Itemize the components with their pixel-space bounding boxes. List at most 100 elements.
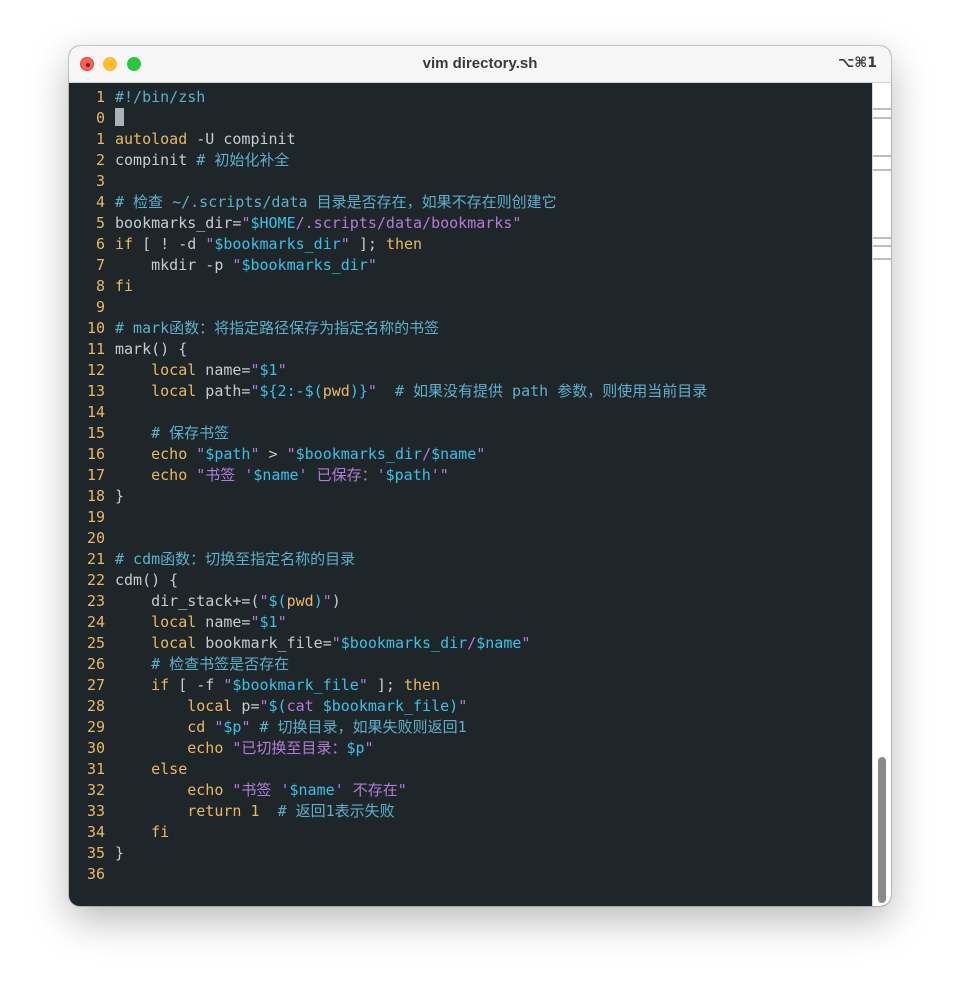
code-line[interactable]: 17 echo "书签 '$name' 已保存：'$path'": [69, 465, 449, 486]
line-number: 12: [86, 361, 105, 379]
code-line[interactable]: 5 bookmarks_dir="$HOME/.scripts/data/book…: [69, 213, 521, 234]
code-line[interactable]: 25 local bookmark_file="$bookmarks_dir/$…: [69, 633, 531, 654]
line-number: 17: [86, 466, 105, 484]
scroll-marker: [873, 117, 891, 119]
code-line[interactable]: 34 fi: [69, 822, 169, 843]
line-number: 27: [86, 676, 105, 694]
code-line[interactable]: 3: [69, 171, 115, 192]
code-line[interactable]: 26 # 检查书签是否存在: [69, 654, 289, 675]
line-number: 11: [86, 340, 105, 358]
code-token: mark() {: [115, 340, 188, 358]
code-line[interactable]: 19: [69, 507, 115, 528]
code-token: ": [286, 445, 296, 463]
vim-editor[interactable]: 1 #!/bin/zsh 0 1 autoload -U compinit 2 compin…: [69, 83, 873, 906]
code-line[interactable]: 8 fi: [69, 276, 133, 297]
code-token: ": [277, 613, 287, 631]
code-token: $name: [476, 634, 522, 652]
line-number: 14: [86, 403, 105, 421]
line-number: 7: [95, 256, 105, 274]
code-line[interactable]: 6 if [ ! -d "$bookmarks_dir" ]; then: [69, 234, 422, 255]
line-number: 19: [86, 508, 105, 526]
scroll-marker: [873, 108, 891, 110]
code-token: ": [250, 382, 260, 400]
code-line[interactable]: 7 mkdir -p "$bookmarks_dir": [69, 255, 377, 276]
code-line[interactable]: 11 mark() {: [69, 339, 187, 360]
line-number: 35: [86, 844, 105, 862]
code-line[interactable]: 12 local name="$1": [69, 360, 287, 381]
code-line[interactable]: 31 else: [69, 759, 187, 780]
code-line[interactable]: 10 # mark函数：将指定路径保存为指定名称的书签: [69, 318, 439, 339]
code-line[interactable]: 16 echo "$path" > "$bookmarks_dir/$name": [69, 444, 485, 465]
code-token: ": [340, 235, 350, 253]
code-line[interactable]: 28 local p="$(cat $bookmark_file)": [69, 696, 467, 717]
code-token: /.scripts/data/bookmarks": [295, 214, 522, 232]
code-token: # 初始化补全: [196, 151, 290, 169]
code-token: # 保存书签: [151, 424, 230, 442]
code-token: /: [467, 634, 477, 652]
code-line[interactable]: 32 echo "书签 '$name' 不存在": [69, 780, 407, 801]
code-token: $1: [259, 361, 278, 379]
code-token: then: [385, 235, 423, 253]
code-token: # 返回1表示失败: [277, 802, 395, 820]
code-line[interactable]: 21 # cdm函数：切换至指定名称的目录: [69, 549, 355, 570]
code-line[interactable]: 1 #!/bin/zsh: [69, 87, 205, 108]
code-line[interactable]: 2 compinit # 初始化补全: [69, 150, 289, 171]
code-line[interactable]: 18}: [69, 486, 124, 507]
line-number: 8: [95, 277, 105, 295]
line-number: 20: [86, 529, 105, 547]
code-token: cat: [286, 697, 323, 715]
code-line[interactable]: 0: [69, 108, 124, 129]
scroll-marker: [873, 169, 891, 171]
code-line[interactable]: 13 local path="${2:-$(pwd)}" # 如果没有提供 pa…: [69, 381, 707, 402]
code-line[interactable]: 4 # 检查 ~/.scripts/data 目录是否存在，如果不存在则创建它: [69, 192, 557, 213]
code-token: )}: [349, 382, 368, 400]
code-token: 1: [250, 802, 260, 820]
code-token: ): [449, 697, 459, 715]
code-line[interactable]: 20: [69, 528, 115, 549]
code-line[interactable]: 24 local name="$1": [69, 612, 287, 633]
code-token: ": [250, 613, 260, 631]
line-number: 24: [86, 613, 105, 631]
code-token: [ -f: [169, 676, 224, 694]
code-line[interactable]: 22 cdm() {: [69, 570, 178, 591]
code-line[interactable]: 15 # 保存书签: [69, 423, 229, 444]
code-line[interactable]: 35}: [69, 843, 124, 864]
code-line[interactable]: 36: [69, 864, 115, 885]
code-line[interactable]: 23 dir_stack+=("$(pwd)"): [69, 591, 341, 612]
window-shortcut: ⌥⌘1: [838, 55, 877, 71]
code-line[interactable]: 29 cd "$p" # 切换目录，如果失败则返回1: [69, 717, 467, 738]
code-token: p=: [232, 697, 260, 715]
line-number: 10: [86, 319, 105, 337]
code-token: if: [115, 235, 134, 253]
scrollbar[interactable]: [872, 83, 891, 906]
code-token: ": [458, 697, 468, 715]
line-number: 34: [86, 823, 105, 841]
code-token: # cdm函数：切换至指定名称的目录: [115, 550, 356, 568]
line-number: 30: [86, 739, 105, 757]
code-line[interactable]: 9: [69, 297, 115, 318]
code-token: bookmarks_dir=: [115, 214, 242, 232]
scrollbar-thumb[interactable]: [878, 757, 886, 903]
code-line[interactable]: 33 return 1 # 返回1表示失败: [69, 801, 395, 822]
code-line[interactable]: 14: [69, 402, 115, 423]
code-line[interactable]: 27 if [ -f "$bookmark_file" ]; then: [69, 675, 440, 696]
code-token: # mark函数：将指定路径保存为指定名称的书签: [115, 319, 440, 337]
scroll-marker: [873, 237, 891, 239]
line-number: 0: [95, 109, 105, 127]
code-token: local: [151, 613, 197, 631]
code-token: # 如果没有提供 path 参数，则使用当前目录: [394, 382, 708, 400]
code-token: name=: [196, 361, 251, 379]
code-token: ": [205, 235, 215, 253]
code-line[interactable]: 30 echo "已切换至目录：$p": [69, 738, 374, 759]
code-line[interactable]: 1 autoload -U compinit: [69, 129, 296, 150]
code-token: $bookmark_file: [322, 697, 450, 715]
code-token: echo: [151, 466, 188, 484]
